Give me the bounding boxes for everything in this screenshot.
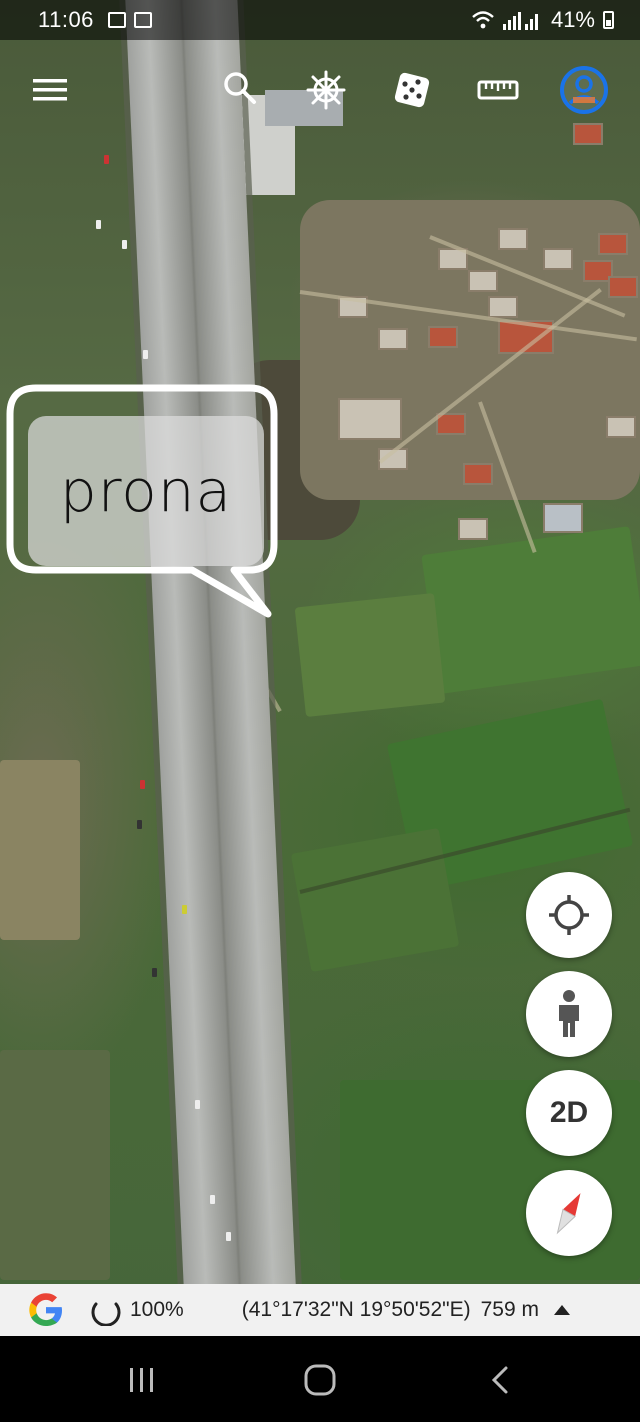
map-building xyxy=(545,505,581,531)
map-field xyxy=(0,760,80,940)
map-info-bar: 100% (41°17'32"N 19°50'52"E) 759 m xyxy=(0,1284,640,1336)
map-building xyxy=(465,465,491,483)
map-building xyxy=(585,262,611,280)
map-building xyxy=(470,272,496,290)
recents-icon xyxy=(130,1368,153,1392)
vehicle xyxy=(152,968,157,977)
vehicle xyxy=(137,820,142,829)
search-button[interactable] xyxy=(214,62,266,114)
vehicle xyxy=(122,240,127,249)
compass-icon xyxy=(556,1193,581,1235)
vehicle xyxy=(182,905,187,914)
pegman-icon xyxy=(559,990,579,1037)
view-toggle-label: 2D xyxy=(549,1096,589,1129)
android-nav-bar xyxy=(0,1336,640,1422)
vehicle xyxy=(195,1100,200,1109)
target-icon xyxy=(549,895,589,935)
map-building xyxy=(430,328,456,346)
map-building xyxy=(440,250,466,268)
home-icon xyxy=(304,1364,336,1396)
map-building xyxy=(340,400,400,438)
menu-button[interactable] xyxy=(24,64,76,116)
back-icon xyxy=(491,1366,508,1394)
highway xyxy=(124,0,300,1340)
map-building xyxy=(600,235,626,253)
notification-icons xyxy=(107,12,152,28)
map-building xyxy=(575,125,601,143)
hamburger-menu-icon xyxy=(33,79,67,101)
vehicle xyxy=(140,780,145,789)
view-toggle-button[interactable]: 2D xyxy=(526,1070,612,1156)
account-circle-icon xyxy=(560,66,608,114)
map-building xyxy=(490,298,516,316)
compass-button[interactable] xyxy=(526,1170,612,1256)
map-building xyxy=(545,250,571,268)
vehicle xyxy=(104,155,109,164)
triangle-up-icon[interactable] xyxy=(553,1304,571,1316)
vehicle xyxy=(143,350,148,359)
map-field xyxy=(421,526,640,694)
measure-button[interactable] xyxy=(472,64,524,116)
top-toolbar xyxy=(0,62,640,120)
street-view-button[interactable] xyxy=(526,971,612,1057)
loading-spinner-icon xyxy=(91,1302,121,1326)
dice-icon xyxy=(394,72,430,108)
map-field xyxy=(0,1050,110,1280)
status-right: 41% xyxy=(471,7,614,33)
wifi-icon xyxy=(472,11,494,29)
ship-wheel-icon xyxy=(306,70,346,110)
signal-icon xyxy=(502,12,538,30)
vehicle xyxy=(210,1195,215,1204)
back-button[interactable] xyxy=(470,1358,530,1402)
home-button[interactable] xyxy=(290,1358,350,1402)
status-time: 11:06 xyxy=(38,7,94,32)
status-bar: 11:06 41% xyxy=(0,0,640,40)
battery-icon xyxy=(603,11,614,29)
coordinates-readout: (41°17'32"N 19°50'52"E) xyxy=(241,1298,471,1321)
loading-percent: 100% xyxy=(130,1298,184,1321)
recents-button[interactable] xyxy=(112,1358,172,1402)
map-building xyxy=(500,230,526,248)
altitude-readout: 759 m xyxy=(480,1298,539,1321)
voyager-button[interactable] xyxy=(300,64,352,116)
search-icon xyxy=(224,72,256,104)
map-building xyxy=(438,415,464,433)
my-location-button[interactable] xyxy=(526,872,612,958)
map-building xyxy=(608,418,634,436)
feeling-lucky-button[interactable] xyxy=(386,64,438,116)
vehicle xyxy=(96,220,101,229)
keyboard-notification-icon xyxy=(133,12,152,28)
map-label-bubble[interactable]: prona xyxy=(6,384,280,620)
google-logo-icon xyxy=(26,1290,66,1330)
map-label-text: prona xyxy=(59,457,233,525)
map-settlement xyxy=(300,200,640,500)
map-building xyxy=(610,278,636,296)
vehicle xyxy=(226,1232,231,1241)
map-field xyxy=(290,827,460,973)
map-building xyxy=(460,520,486,538)
ruler-icon xyxy=(477,80,519,100)
image-notification-icon xyxy=(107,12,126,28)
map-building xyxy=(380,330,406,348)
account-button[interactable] xyxy=(558,64,610,116)
map-field xyxy=(294,592,446,718)
battery-percent: 41% xyxy=(550,7,595,32)
